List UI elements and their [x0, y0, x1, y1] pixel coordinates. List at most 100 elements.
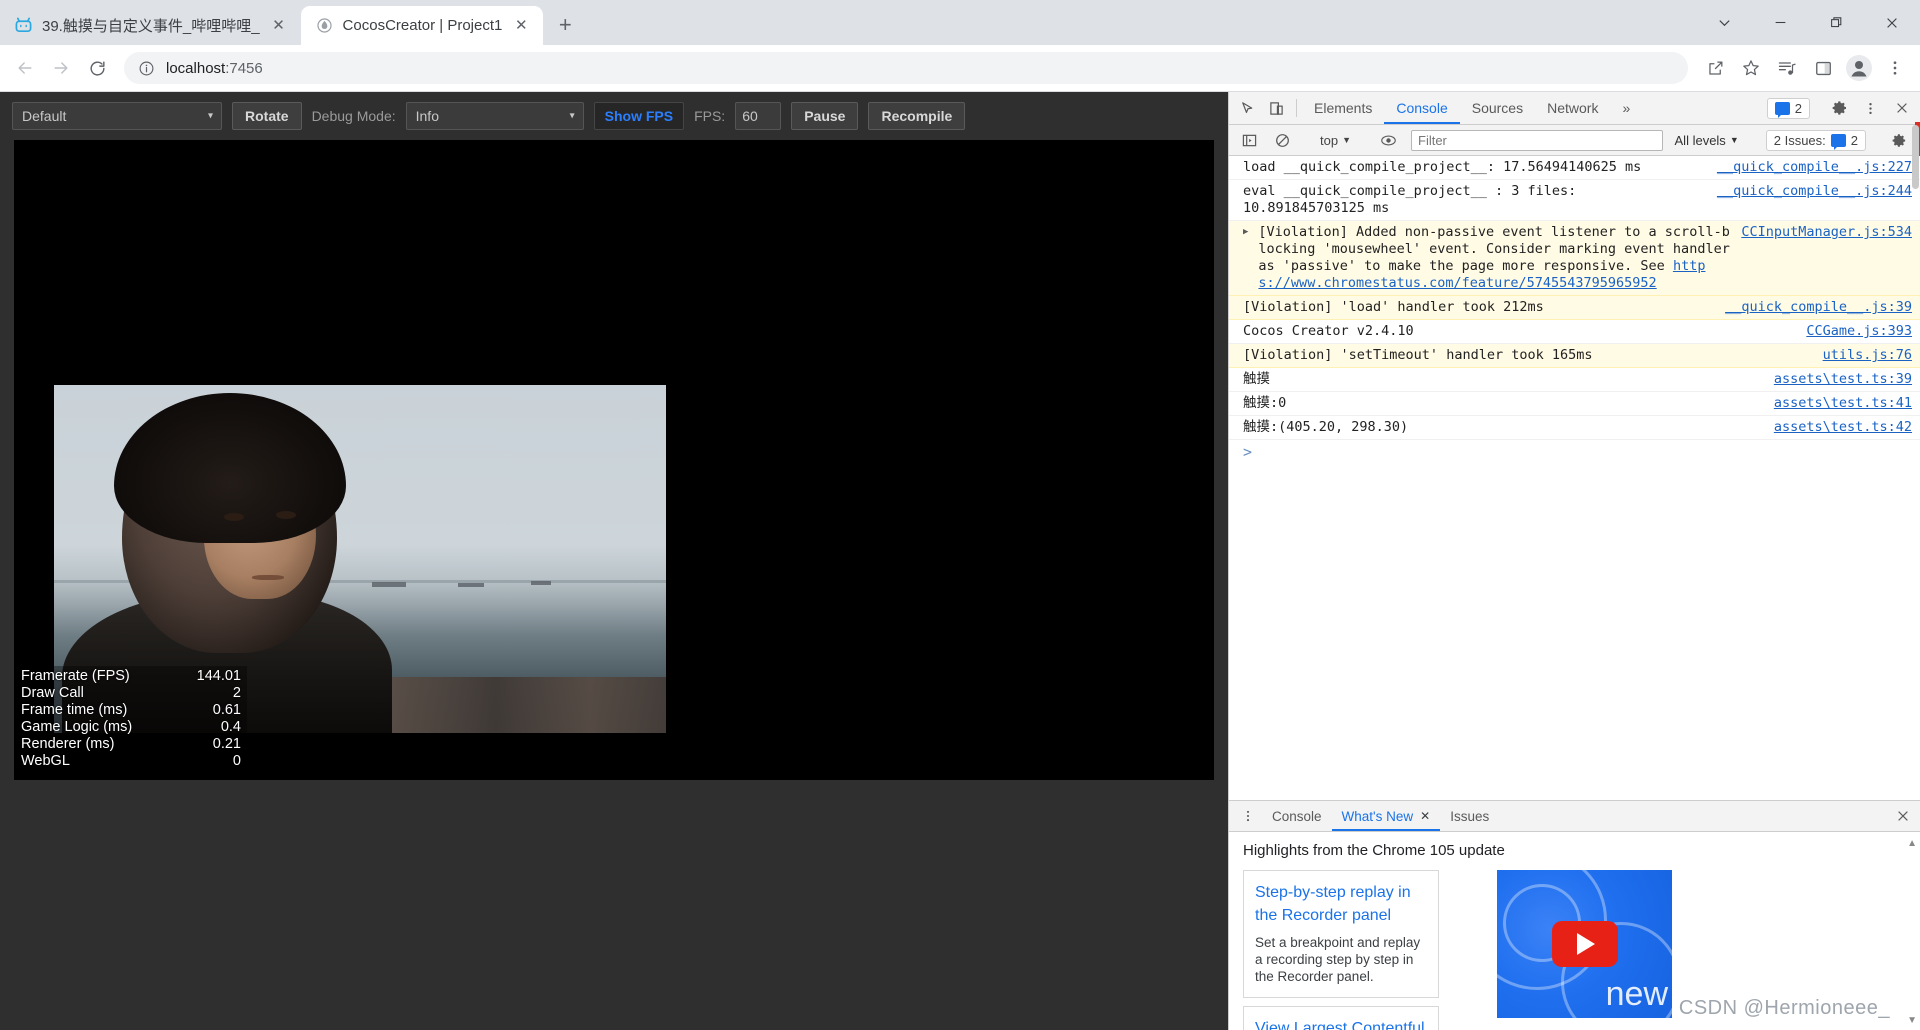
address-bar[interactable]: localhost:7456	[124, 52, 1688, 84]
drawer-tab-whats-new[interactable]: What's New ✕	[1331, 801, 1441, 831]
console-log-row[interactable]: 触摸:0 assets\test.ts:41	[1229, 392, 1920, 416]
scene-select[interactable]: Default ▾	[12, 102, 222, 130]
forward-arrow-icon[interactable]	[44, 51, 78, 85]
whats-new-card[interactable]: View Largest Contentful	[1243, 1006, 1439, 1030]
fps-label: FPS:	[694, 108, 726, 124]
log-source-link[interactable]: __quick_compile__.js:227	[1717, 159, 1912, 176]
reload-icon[interactable]	[80, 51, 114, 85]
log-source-link[interactable]: assets\test.ts:42	[1774, 419, 1912, 436]
debug-mode-select[interactable]: Info ▾	[405, 102, 584, 130]
console-log-row[interactable]: eval __quick_compile_project__ : 3 files…	[1229, 180, 1920, 221]
log-source-link[interactable]: utils.js:76	[1823, 347, 1912, 364]
console-log-row[interactable]: ▶ [Violation] Added non-passive event li…	[1229, 221, 1920, 296]
card-title[interactable]: View Largest Contentful	[1255, 1017, 1427, 1030]
side-panel-icon[interactable]	[1806, 51, 1840, 85]
browser-tab-cocoscreator[interactable]: CocosCreator | Project1 ✕	[300, 6, 544, 45]
promo-text: new	[1605, 975, 1668, 1013]
restore-icon[interactable]	[1808, 0, 1864, 45]
log-source-link[interactable]: assets\test.ts:41	[1774, 395, 1912, 412]
tab-network[interactable]: Network	[1535, 92, 1610, 124]
minimize-icon[interactable]	[1752, 0, 1808, 45]
reading-list-icon[interactable]	[1770, 51, 1804, 85]
devtools-actions: 2	[1766, 92, 1920, 124]
console-context-select[interactable]: top ▼	[1316, 133, 1355, 148]
log-source-link[interactable]: assets\test.ts:39	[1774, 371, 1912, 388]
console-sidebar-icon[interactable]	[1235, 133, 1264, 148]
game-canvas[interactable]: Framerate (FPS) 144.01 Draw Call 2 Frame…	[14, 140, 1214, 780]
whats-new-promo[interactable]: new	[1497, 870, 1672, 1018]
device-toolbar-icon[interactable]	[1262, 92, 1291, 124]
console-settings-icon[interactable]	[1885, 133, 1914, 148]
expand-arrow-icon[interactable]: ▶	[1243, 224, 1248, 241]
profile-avatar-icon[interactable]	[1842, 51, 1876, 85]
close-icon[interactable]: ✕	[511, 16, 531, 36]
devtools-menu-icon[interactable]	[1856, 101, 1885, 116]
console-log-row[interactable]: 触摸 assets\test.ts:39	[1229, 368, 1920, 392]
devtools-scrollbar[interactable]	[1911, 125, 1920, 1030]
drawer-tab-console[interactable]: Console	[1262, 801, 1332, 831]
site-info-icon[interactable]	[138, 60, 155, 77]
drawer-tab-label: Console	[1272, 808, 1322, 824]
console-filter-input[interactable]: Filter	[1411, 129, 1663, 151]
browser-tab-bilibili[interactable]: 39.触摸与自定义事件_哔哩哔哩_ ✕	[0, 6, 301, 45]
message-count-badge[interactable]: 2	[1766, 97, 1810, 119]
stat-label: Draw Call	[21, 685, 84, 701]
more-tabs-icon[interactable]: »	[1610, 92, 1642, 124]
clear-console-icon[interactable]	[1268, 133, 1297, 148]
console-log-row[interactable]: load __quick_compile_project__: 17.56494…	[1229, 156, 1920, 180]
chrome-menu-icon[interactable]	[1878, 51, 1912, 85]
recompile-button[interactable]: Recompile	[868, 102, 966, 130]
pause-button[interactable]: Pause	[791, 102, 859, 130]
bookmark-star-icon[interactable]	[1734, 51, 1768, 85]
rotate-button[interactable]: Rotate	[232, 102, 302, 130]
live-expression-icon[interactable]	[1374, 132, 1403, 149]
show-fps-button[interactable]: Show FPS	[593, 102, 685, 130]
settings-gear-icon[interactable]	[1825, 100, 1854, 116]
tab-sources[interactable]: Sources	[1460, 92, 1535, 124]
message-count: 2	[1794, 100, 1802, 116]
console-log-row[interactable]: 触摸:(405.20, 298.30) assets\test.ts:42	[1229, 416, 1920, 440]
close-icon[interactable]: ✕	[269, 16, 289, 36]
stat-value: 0.61	[212, 702, 241, 718]
issues-badge[interactable]: 2 Issues: 2	[1765, 129, 1866, 151]
log-source-link[interactable]: CCGame.js:393	[1806, 323, 1912, 340]
console-log-row[interactable]: [Violation] 'load' handler took 212ms __…	[1229, 296, 1920, 320]
console-prompt[interactable]: >	[1229, 440, 1920, 465]
whats-new-card[interactable]: Step-by-step replay in the Recorder pane…	[1243, 870, 1439, 998]
youtube-play-icon[interactable]	[1551, 921, 1618, 967]
fps-input[interactable]: 60	[735, 102, 782, 130]
chevron-down-icon[interactable]	[1696, 0, 1752, 45]
drawer-tab-issues[interactable]: Issues	[1440, 801, 1499, 831]
close-window-icon[interactable]	[1864, 0, 1920, 45]
issues-label: 2 Issues:	[1773, 132, 1826, 148]
boat-shape	[531, 580, 552, 585]
log-source-link[interactable]: __quick_compile__.js:39	[1725, 299, 1912, 316]
url-host: localhost	[166, 59, 226, 77]
close-icon[interactable]: ✕	[1420, 809, 1430, 823]
scrollbar-thumb[interactable]	[1912, 125, 1919, 189]
tab-strip: 39.触摸与自定义事件_哔哩哔哩_ ✕ CocosCreator | Proje…	[0, 0, 1920, 45]
close-devtools-icon[interactable]	[1887, 101, 1916, 115]
card-title[interactable]: Step-by-step replay in the Recorder pane…	[1255, 881, 1427, 927]
new-tab-button[interactable]: +	[549, 9, 581, 41]
log-source-link[interactable]: CCInputManager.js:534	[1741, 224, 1912, 241]
log-levels-select[interactable]: All levels ▼	[1667, 133, 1747, 148]
log-source-link[interactable]: __quick_compile__.js:244	[1717, 183, 1912, 200]
drawer-menu-icon[interactable]	[1233, 801, 1262, 831]
log-message: 触摸	[1243, 371, 1270, 387]
tab-elements[interactable]: Elements	[1302, 92, 1384, 124]
divider	[1296, 99, 1297, 117]
browser-window: 39.触摸与自定义事件_哔哩哔哩_ ✕ CocosCreator | Proje…	[0, 0, 1920, 1030]
tab-console[interactable]: Console	[1384, 92, 1461, 124]
back-arrow-icon[interactable]	[8, 51, 42, 85]
stat-value: 144.01	[196, 668, 241, 684]
log-message: [Violation] 'setTimeout' handler took 16…	[1243, 347, 1593, 363]
console-log-list[interactable]: load __quick_compile_project__: 17.56494…	[1229, 156, 1920, 800]
stat-value: 2	[232, 685, 241, 701]
page-content: Default ▾ Rotate Debug Mode: Info ▾ Show…	[0, 92, 1920, 1030]
console-log-row[interactable]: Cocos Creator v2.4.10 CCGame.js:393	[1229, 320, 1920, 344]
inspect-element-icon[interactable]	[1233, 92, 1262, 124]
console-log-row[interactable]: [Violation] 'setTimeout' handler took 16…	[1229, 344, 1920, 368]
person-eye-right	[276, 511, 296, 519]
share-icon[interactable]	[1698, 51, 1732, 85]
